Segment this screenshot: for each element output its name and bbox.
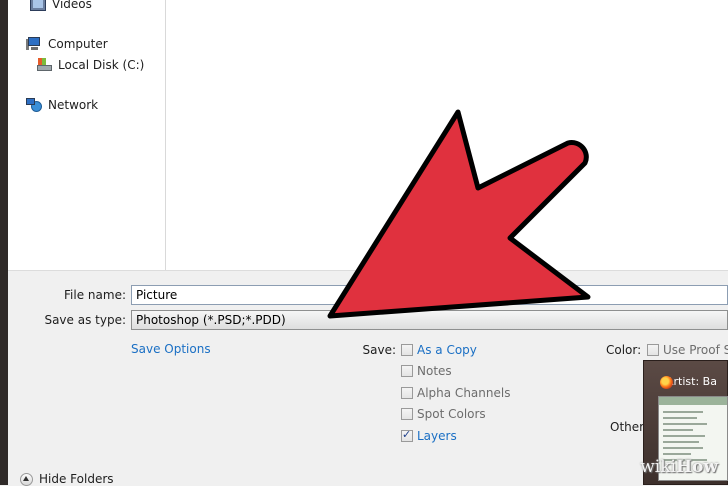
- red-arrow-annotation: [327, 109, 591, 319]
- wikihow-watermark: wikiHow: [640, 457, 718, 477]
